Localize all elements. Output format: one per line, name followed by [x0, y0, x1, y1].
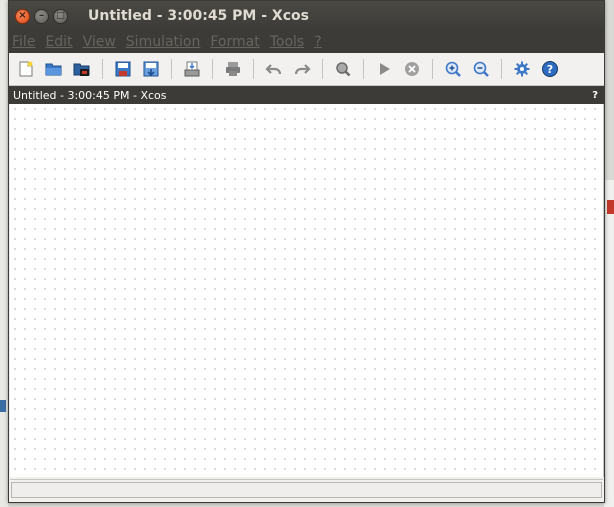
toolbar: ?	[9, 53, 604, 86]
menu-edit[interactable]: Edit	[45, 34, 72, 50]
menu-file[interactable]: File	[12, 34, 35, 50]
maximize-icon: □	[56, 10, 65, 21]
toolbar-separator	[432, 59, 433, 79]
svg-text:?: ?	[547, 63, 553, 76]
zoom-out-icon	[473, 61, 489, 77]
minimize-window-button[interactable]: –	[34, 8, 49, 24]
maximize-window-button[interactable]: □	[53, 8, 68, 24]
fit-diagram-icon	[336, 62, 351, 77]
setup-icon	[514, 61, 530, 77]
save-button[interactable]	[112, 58, 134, 80]
zoom-in-button[interactable]	[442, 58, 464, 80]
save-icon	[115, 61, 131, 77]
help-icon: ?	[542, 61, 558, 77]
diagram-tab-bar: Untitled - 3:00:45 PM - Xcos ?	[9, 86, 604, 104]
redo-button[interactable]	[291, 58, 313, 80]
menu-help[interactable]: ?	[314, 34, 321, 50]
close-icon: ×	[18, 10, 27, 21]
xcos-window: × – □ Untitled - 3:00:45 PM - Xcos File …	[8, 0, 605, 503]
open-in-scilab-icon	[73, 63, 90, 76]
diagram-tab-help[interactable]: ?	[592, 90, 598, 101]
fit-diagram-button[interactable]	[332, 58, 354, 80]
menu-bar: File Edit View Simulation Format Tools ?	[9, 31, 604, 53]
menu-simulation[interactable]: Simulation	[126, 34, 201, 50]
desktop-background-left	[0, 0, 8, 507]
menu-format[interactable]: Format	[210, 34, 259, 50]
zoom-out-button[interactable]	[470, 58, 492, 80]
save-as-icon	[143, 61, 159, 77]
export-button[interactable]	[181, 58, 203, 80]
open-icon	[45, 63, 62, 76]
background-window-fragment	[607, 200, 614, 214]
new-diagram-button[interactable]	[15, 58, 37, 80]
toolbar-separator	[363, 59, 364, 79]
minimize-icon: –	[39, 10, 44, 21]
setup-button[interactable]	[511, 58, 533, 80]
background-window-fragment-left	[0, 400, 6, 412]
print-button[interactable]	[222, 58, 244, 80]
title-bar[interactable]: × – □ Untitled - 3:00:45 PM - Xcos	[9, 1, 604, 31]
open-button[interactable]	[43, 58, 65, 80]
undo-icon	[265, 64, 282, 75]
status-field	[11, 482, 602, 498]
toolbar-separator	[501, 59, 502, 79]
undo-button[interactable]	[263, 58, 285, 80]
new-diagram-icon	[19, 61, 33, 77]
toolbar-separator	[212, 59, 213, 79]
toolbar-separator	[253, 59, 254, 79]
toolbar-separator	[102, 59, 103, 79]
redo-icon	[294, 64, 311, 75]
stop-icon	[405, 62, 419, 76]
status-bar	[10, 479, 603, 499]
toolbar-separator	[171, 59, 172, 79]
zoom-in-icon	[445, 61, 461, 77]
stop-simulation-button[interactable]	[401, 58, 423, 80]
desktop-background-right	[604, 180, 614, 507]
open-in-scilab-button[interactable]	[71, 58, 93, 80]
window-title: Untitled - 3:00:45 PM - Xcos	[88, 8, 309, 24]
save-as-button[interactable]	[140, 58, 162, 80]
close-window-button[interactable]: ×	[15, 8, 30, 24]
start-simulation-button[interactable]	[373, 58, 395, 80]
toolbar-separator	[322, 59, 323, 79]
diagram-tab-title[interactable]: Untitled - 3:00:45 PM - Xcos	[13, 89, 167, 102]
export-icon	[184, 61, 200, 77]
diagram-canvas[interactable]	[10, 104, 604, 477]
menu-view[interactable]: View	[83, 34, 116, 50]
help-button[interactable]: ?	[539, 58, 561, 80]
menu-tools[interactable]: Tools	[270, 34, 305, 50]
start-icon	[380, 63, 390, 75]
print-icon	[226, 62, 240, 76]
